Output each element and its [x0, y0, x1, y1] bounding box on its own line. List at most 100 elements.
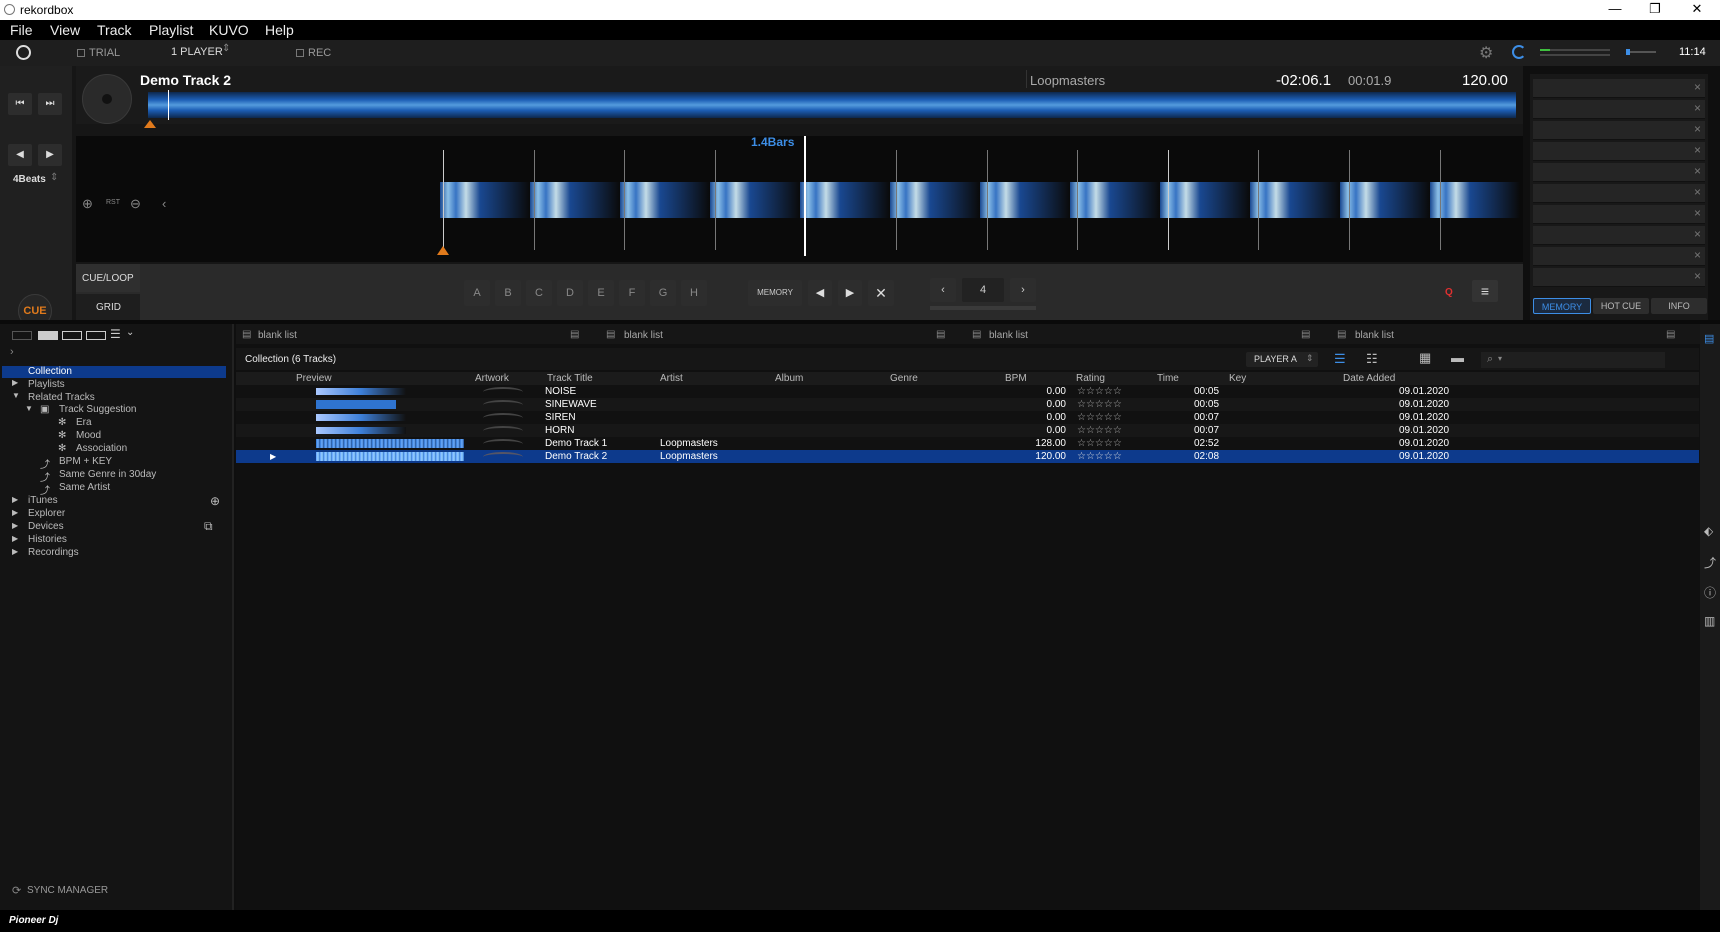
- menu-help[interactable]: Help: [265, 22, 294, 38]
- tree-item-track-suggestion[interactable]: Track Suggestion: [59, 404, 136, 415]
- restore-icon[interactable]: ❐: [1632, 0, 1678, 20]
- col-rating[interactable]: Rating: [1076, 372, 1105, 385]
- tree-item-same-genre[interactable]: Same Genre in 30day: [59, 469, 156, 480]
- col-date-added[interactable]: Date Added: [1343, 372, 1395, 385]
- related-icon[interactable]: ⤴: [1704, 554, 1716, 571]
- beat-jump-back-icon[interactable]: ◀: [8, 144, 32, 166]
- expand-icon[interactable]: ▶: [12, 521, 18, 530]
- memory-next-icon[interactable]: ▶: [838, 280, 862, 306]
- tree-item-related-tracks[interactable]: Related Tracks: [28, 392, 95, 403]
- layout-tag-icon[interactable]: [12, 331, 32, 340]
- memory-cue-slot-9[interactable]: ×: [1533, 247, 1705, 266]
- deck-menu-icon[interactable]: ≡: [1472, 280, 1498, 302]
- col-track-title[interactable]: Track Title: [547, 372, 593, 385]
- volume-slider[interactable]: [1626, 51, 1656, 53]
- col-preview[interactable]: Preview: [296, 372, 332, 385]
- table-row[interactable]: Demo Track 1 Loopmasters 128.00 ☆☆☆☆☆ 02…: [236, 437, 1699, 450]
- breadcrumb-chevron-icon[interactable]: ›: [10, 346, 14, 358]
- chevron-down-icon[interactable]: ⌄: [126, 327, 134, 338]
- next-track-icon[interactable]: ⏭: [38, 93, 62, 115]
- search-dropdown-icon[interactable]: ▾: [1498, 354, 1502, 363]
- memory-prev-icon[interactable]: ◀: [808, 280, 832, 306]
- loop-double-icon[interactable]: ›: [1010, 278, 1036, 302]
- slot-close-icon[interactable]: ×: [1694, 227, 1701, 241]
- expand-icon[interactable]: ▶: [12, 508, 18, 517]
- preview-waveform[interactable]: [316, 439, 464, 448]
- slot-close-icon[interactable]: ×: [1694, 185, 1701, 199]
- memory-cue-slot-5[interactable]: ×: [1533, 163, 1705, 182]
- table-row-selected[interactable]: ▶ Demo Track 2 Loopmasters 120.00 ☆☆☆☆☆ …: [236, 450, 1699, 463]
- hotcue-pad-b[interactable]: B: [495, 280, 521, 306]
- memory-cue-slot-4[interactable]: ×: [1533, 142, 1705, 161]
- tree-item-association[interactable]: Association: [76, 443, 127, 454]
- gear-icon[interactable]: ⚙: [1479, 43, 1493, 63]
- rec-checkbox[interactable]: [296, 49, 304, 57]
- preview-waveform[interactable]: [316, 388, 406, 395]
- memory-cue-slot-3[interactable]: ×: [1533, 121, 1705, 140]
- expand-icon[interactable]: ▶: [12, 378, 18, 387]
- tree-item-recordings[interactable]: Recordings: [28, 547, 79, 558]
- tree-item-era[interactable]: Era: [76, 417, 92, 428]
- expand-icon[interactable]: ▶: [12, 495, 18, 504]
- slot-close-icon[interactable]: ×: [1694, 80, 1701, 94]
- col-album[interactable]: Album: [775, 372, 803, 385]
- hotcue-pad-g[interactable]: G: [650, 280, 676, 306]
- tree-item-itunes[interactable]: iTunes: [28, 495, 58, 506]
- hotcue-pad-h[interactable]: H: [681, 280, 707, 306]
- slot-close-icon[interactable]: ×: [1694, 101, 1701, 115]
- hotcue-pad-a[interactable]: A: [464, 280, 490, 306]
- tree-item-bpm-key[interactable]: BPM + KEY: [59, 456, 112, 467]
- memory-delete-icon[interactable]: ✕: [868, 280, 894, 306]
- sync-manager-button[interactable]: SYNC MANAGER: [27, 885, 108, 896]
- hotcue-pad-e[interactable]: E: [588, 280, 614, 306]
- tab-blank-list-3[interactable]: blank list: [989, 330, 1028, 341]
- rekordbox-logo-icon[interactable]: [16, 45, 31, 60]
- itunes-refresh-icon[interactable]: ⊕: [210, 494, 220, 508]
- preview-waveform[interactable]: [316, 452, 464, 461]
- slot-close-icon[interactable]: ×: [1694, 122, 1701, 136]
- tab-menu-icon[interactable]: ▤: [570, 329, 579, 340]
- col-key[interactable]: Key: [1229, 372, 1246, 385]
- detail-view-icon[interactable]: ☰: [1334, 351, 1346, 367]
- loop-halve-icon[interactable]: ‹: [930, 278, 956, 302]
- cueloop-tab[interactable]: CUE/LOOP: [76, 264, 140, 292]
- menu-playlist[interactable]: Playlist: [149, 22, 193, 38]
- device-connect-icon[interactable]: ⧉: [204, 519, 213, 534]
- player-mode-select[interactable]: 1 PLAYER: [171, 46, 223, 58]
- info-icon[interactable]: ⓘ: [1704, 584, 1716, 601]
- tab-menu-icon[interactable]: ▤: [1666, 329, 1675, 340]
- grid-tab[interactable]: GRID: [76, 294, 140, 320]
- menu-kuvo[interactable]: KUVO: [209, 22, 249, 38]
- table-row[interactable]: HORN 0.00 ☆☆☆☆☆ 00:07 09.01.2020: [236, 424, 1699, 437]
- col-bpm[interactable]: BPM: [1005, 372, 1027, 385]
- volume-slider-thumb[interactable]: [1626, 49, 1630, 55]
- collapse-left-icon[interactable]: ‹: [162, 196, 166, 211]
- col-genre[interactable]: Genre: [890, 372, 918, 385]
- preview-waveform[interactable]: [316, 414, 406, 421]
- rating-stars[interactable]: ☆☆☆☆☆: [1077, 437, 1122, 450]
- menu-file[interactable]: File: [10, 22, 33, 38]
- memory-button[interactable]: MEMORY: [748, 280, 802, 306]
- col-time[interactable]: Time: [1157, 372, 1179, 385]
- mixpoint-icon[interactable]: ▥: [1704, 614, 1715, 628]
- slot-close-icon[interactable]: ×: [1694, 164, 1701, 178]
- memory-cue-slot-2[interactable]: ×: [1533, 100, 1705, 119]
- tree-item-playlists[interactable]: Playlists: [28, 379, 65, 390]
- tree-item-explorer[interactable]: Explorer: [28, 508, 65, 519]
- memory-cue-slot-7[interactable]: ×: [1533, 205, 1705, 224]
- rating-stars[interactable]: ☆☆☆☆☆: [1077, 450, 1122, 463]
- tab-memory[interactable]: MEMORY: [1533, 298, 1591, 314]
- rating-stars[interactable]: ☆☆☆☆☆: [1077, 398, 1122, 411]
- quantize-button[interactable]: Q: [1445, 287, 1453, 298]
- collapse-icon[interactable]: ▼: [12, 391, 20, 400]
- list-view-icon[interactable]: ☰: [110, 327, 121, 341]
- menu-track[interactable]: Track: [97, 22, 131, 38]
- expand-icon[interactable]: ▶: [12, 547, 18, 556]
- overview-waveform[interactable]: [148, 92, 1516, 118]
- trial-checkbox[interactable]: [77, 49, 85, 57]
- tree-item-devices[interactable]: Devices: [28, 521, 64, 532]
- slot-close-icon[interactable]: ×: [1694, 206, 1701, 220]
- hotcue-pad-d[interactable]: D: [557, 280, 583, 306]
- slot-close-icon[interactable]: ×: [1694, 248, 1701, 262]
- cue-point-marker[interactable]: [437, 246, 449, 255]
